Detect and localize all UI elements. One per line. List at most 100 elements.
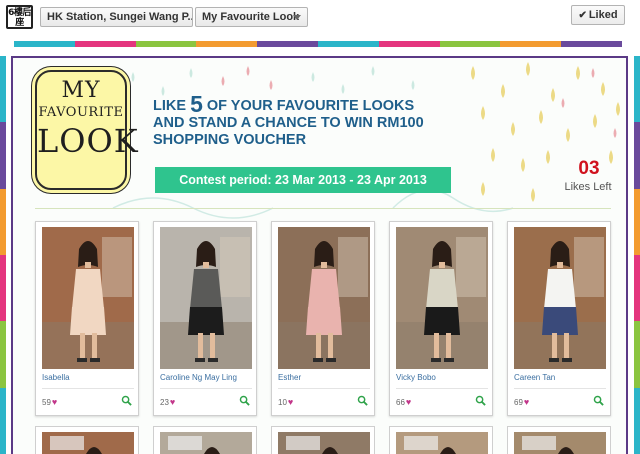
entry-card[interactable]: [389, 426, 493, 454]
zoom-icon[interactable]: [239, 395, 250, 406]
entry-photo[interactable]: [42, 227, 134, 369]
entry-card[interactable]: Caroline Ng May Ling 23♥: [153, 221, 257, 416]
stripe-segment: [561, 41, 622, 47]
badge-line-3: LOOK: [37, 122, 139, 160]
entry-photo[interactable]: [278, 227, 370, 369]
heart-icon[interactable]: ♥: [524, 397, 529, 407]
stripe-segment: [500, 41, 562, 47]
page-selector-dropdown[interactable]: HK Station, Sungei Wang P...: [40, 7, 193, 27]
stripe-segment: [317, 41, 379, 47]
edge-segment: [634, 254, 640, 322]
stripe-segment: [74, 41, 136, 47]
left-color-edge: [0, 56, 6, 454]
promo-line-1-pre: LIKE: [153, 98, 191, 114]
edge-segment: [634, 321, 640, 388]
app-selector-dropdown[interactable]: My Favourite Look: [195, 7, 308, 27]
card-divider: [514, 388, 606, 389]
app-content: MY FAVOURITE LOOK LIKE 5 OF YOUR FAVOURI…: [11, 56, 628, 454]
heart-icon[interactable]: ♥: [288, 397, 293, 407]
badge-line-2: FAVOURITE: [38, 105, 124, 120]
stripe-segment: [135, 41, 197, 47]
edge-segment: [634, 56, 640, 123]
stripe-segment: [378, 41, 440, 47]
heart-icon[interactable]: ♥: [170, 397, 175, 407]
card-divider: [396, 388, 488, 389]
card-divider: [278, 388, 370, 389]
vote-count: 59: [42, 398, 51, 407]
app-selector-label: My Favourite Look: [202, 11, 300, 23]
badge-line-1: MY: [61, 78, 101, 103]
edge-segment: [0, 56, 6, 123]
likes-left-count: 03: [578, 158, 600, 179]
liked-label: Liked: [588, 9, 618, 21]
edge-segment: [0, 188, 6, 255]
page-selector-label: HK Station, Sungei Wang P...: [47, 11, 193, 23]
promo-line-3: SHOPPING VOUCHER: [153, 132, 307, 148]
edge-segment: [634, 188, 640, 255]
entry-votes: 59♥: [42, 397, 57, 407]
zoom-icon[interactable]: [593, 395, 604, 406]
stripe-segment: [14, 41, 75, 47]
entry-name[interactable]: Vicky Bobo: [396, 373, 488, 382]
entry-name[interactable]: Careen Tan: [514, 373, 606, 382]
vote-count: 66: [396, 398, 405, 407]
right-color-edge: [634, 56, 640, 454]
card-divider: [160, 388, 252, 389]
entry-card[interactable]: Careen Tan 69♥: [507, 221, 611, 416]
contest-period-banner: Contest period: 23 Mar 2013 - 23 Apr 201…: [155, 167, 451, 193]
color-stripe: [14, 41, 622, 47]
entry-photo[interactable]: [396, 432, 488, 454]
entry-card[interactable]: [507, 426, 611, 454]
checkmark-icon: ✔: [578, 10, 587, 21]
entry-card[interactable]: Vicky Bobo 66♥: [389, 221, 493, 416]
heart-icon[interactable]: ♥: [52, 397, 57, 407]
stripe-segment: [196, 41, 258, 47]
entry-card[interactable]: Esther 10♥: [271, 221, 375, 416]
entry-card[interactable]: [153, 426, 257, 454]
edge-segment: [634, 122, 640, 189]
zoom-icon[interactable]: [121, 395, 132, 406]
entry-name[interactable]: Esther: [278, 373, 370, 382]
promo-line-2: AND STAND A CHANCE TO WIN RM100: [153, 115, 424, 131]
heart-icon[interactable]: ♥: [406, 397, 411, 407]
page-logo[interactable]: 6樓后座: [6, 5, 33, 29]
entry-votes: 66♥: [396, 397, 411, 407]
vote-count: 10: [278, 398, 287, 407]
entry-photo[interactable]: [514, 227, 606, 369]
my-favourite-look-logo: MY FAVOURITE LOOK: [35, 70, 139, 190]
likes-left-label: Likes Left: [564, 181, 612, 193]
card-divider: [42, 388, 134, 389]
entry-photo[interactable]: [514, 432, 606, 454]
entry-photo[interactable]: [160, 432, 252, 454]
zoom-icon[interactable]: [357, 395, 368, 406]
promo-headline: LIKE 5 OF YOUR FAVOURITE LOOKS AND STAND…: [153, 93, 473, 149]
entry-name[interactable]: Isabella: [42, 373, 134, 382]
edge-segment: [0, 122, 6, 189]
divider: [35, 208, 611, 209]
stripe-segment: [257, 41, 318, 47]
entry-votes: 23♥: [160, 397, 175, 407]
zoom-icon[interactable]: [475, 395, 486, 406]
entry-votes: 10♥: [278, 397, 293, 407]
entry-card[interactable]: [35, 426, 139, 454]
entry-card[interactable]: [271, 426, 375, 454]
edge-segment: [0, 321, 6, 388]
entry-photo[interactable]: [396, 227, 488, 369]
entry-card[interactable]: Isabella 59♥: [35, 221, 139, 416]
edge-segment: [0, 387, 6, 454]
edge-segment: [0, 254, 6, 322]
entry-name[interactable]: Caroline Ng May Ling: [160, 373, 252, 382]
promo-like-count: 5: [190, 91, 203, 117]
vote-count: 23: [160, 398, 169, 407]
vote-count: 69: [514, 398, 523, 407]
stripe-segment: [439, 41, 501, 47]
entry-photo[interactable]: [160, 227, 252, 369]
entry-photo[interactable]: [278, 432, 370, 454]
edge-segment: [634, 387, 640, 454]
promo-line-1-post: OF YOUR FAVOURITE LOOKS: [202, 98, 415, 114]
entry-photo[interactable]: [42, 432, 134, 454]
entry-votes: 69♥: [514, 397, 529, 407]
liked-button[interactable]: ✔ Liked: [571, 5, 625, 25]
chevron-down-icon: [293, 15, 301, 20]
top-bar: 6樓后座 HK Station, Sungei Wang P... My Fav…: [0, 0, 640, 34]
